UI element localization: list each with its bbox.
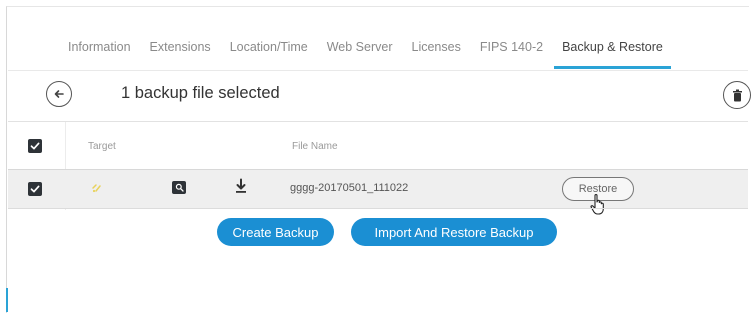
table-row-divider <box>8 208 748 209</box>
tab-location-time[interactable]: Location/Time <box>222 34 316 66</box>
delete-button[interactable] <box>723 81 751 109</box>
view-backup-button[interactable] <box>172 181 186 194</box>
select-all-checkbox[interactable] <box>28 139 42 153</box>
check-icon <box>30 185 40 193</box>
tab-extensions[interactable]: Extensions <box>142 34 219 66</box>
check-icon <box>30 142 40 150</box>
tabs-divider <box>8 70 748 71</box>
column-header-file-name: File Name <box>292 141 338 152</box>
tab-bar: Information Extensions Location/Time Web… <box>60 34 674 70</box>
sparkle-icon <box>92 184 101 193</box>
tab-fips[interactable]: FIPS 140-2 <box>472 34 551 66</box>
header-divider <box>8 121 748 122</box>
backup-file-name: gggg-20170501_111022 <box>290 182 409 194</box>
download-icon[interactable] <box>234 178 248 194</box>
import-restore-backup-button[interactable]: Import And Restore Backup <box>351 218 557 246</box>
row-checkbox[interactable] <box>28 182 42 196</box>
back-button[interactable] <box>46 81 72 107</box>
create-backup-button[interactable]: Create Backup <box>217 218 334 246</box>
arrow-left-icon <box>54 90 64 98</box>
trash-icon <box>732 89 742 101</box>
hand-cursor-icon <box>590 193 604 215</box>
column-header-target: Target <box>88 141 116 152</box>
accent-line <box>6 288 8 312</box>
search-icon <box>175 183 184 192</box>
tab-licenses[interactable]: Licenses <box>404 34 469 66</box>
tab-information[interactable]: Information <box>60 34 139 66</box>
tab-backup-restore[interactable]: Backup & Restore <box>554 34 671 69</box>
tab-web-server[interactable]: Web Server <box>319 34 401 66</box>
selection-count: 1 backup file selected <box>121 84 280 102</box>
